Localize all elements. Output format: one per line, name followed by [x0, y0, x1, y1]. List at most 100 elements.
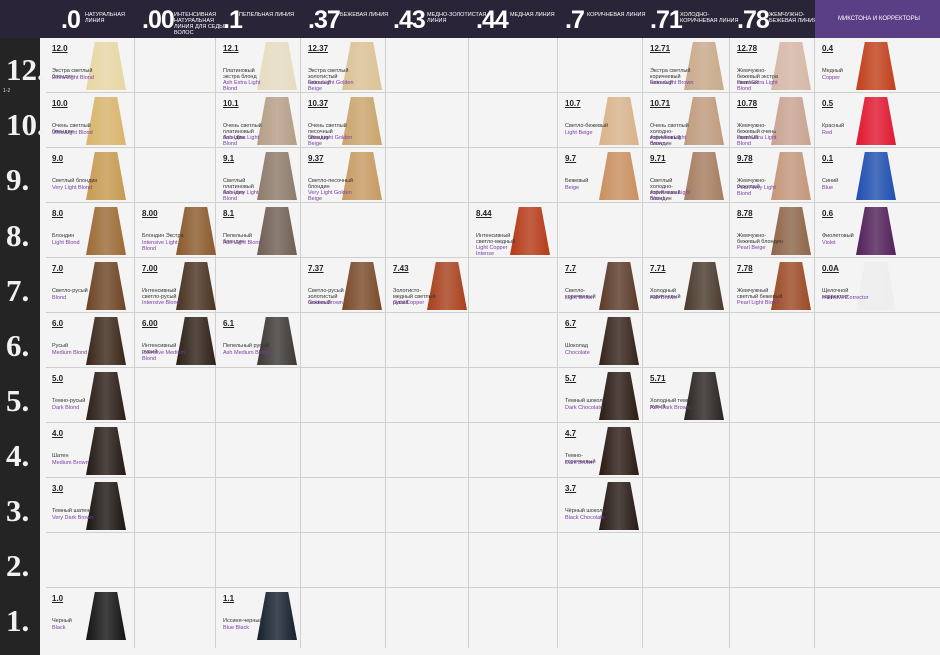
- swatch-name-en: Very Light Blond: [52, 185, 93, 191]
- swatch-6.00[interactable]: 6.00 Интенсивный русый Intensive Medium Bl…: [136, 313, 220, 368]
- swatch-code: 10.71: [650, 99, 671, 108]
- swatch-8.00[interactable]: 8.00 Блондин Экстра Intensive Light Blond: [136, 203, 220, 258]
- hair-tress-image: [86, 372, 126, 420]
- swatch-code: 4.0: [52, 429, 64, 438]
- swatch-name-en: Chocolate: [565, 350, 590, 356]
- swatch-name-ru: Блондин: [52, 233, 75, 239]
- swatch-9.78[interactable]: 9.78 Жемчужно-бежевый Pearl Very Light Blo…: [731, 148, 815, 203]
- swatch-10.71[interactable]: 10.71 Очень светлый холодно-коричневый бл…: [644, 93, 728, 148]
- hair-tress-image: [599, 317, 639, 365]
- swatch-6.0[interactable]: 6.0 Русый Medium Blond: [46, 313, 130, 368]
- hair-tress-image: [684, 262, 724, 310]
- hair-tress-image: [86, 427, 126, 475]
- swatch-3.0[interactable]: 3.0 Темный шатен Very Dark Brown: [46, 478, 130, 533]
- line-header-2: .1 Пепельная линия: [217, 0, 301, 38]
- swatch-9.37[interactable]: 9.37 Светло-песочный блондин Very Light Go…: [302, 148, 386, 203]
- swatch-12.78[interactable]: 12.78 Жемчужно-бежевый экстра светлый Pear…: [731, 38, 815, 93]
- swatch-7.71[interactable]: 7.71 Холодный коричневый Ash Brown: [644, 258, 728, 313]
- line-header-4: .43 Медно-золотистая линия: [387, 0, 486, 38]
- swatch-name-ru: Синий: [822, 178, 839, 184]
- swatch-9.71[interactable]: 9.71 Светлый холодно-коричневый блондин As…: [644, 148, 728, 203]
- swatch-0.1[interactable]: 0.1 Синий Blue: [816, 148, 900, 203]
- swatch-7.43[interactable]: 7.43 Золотисто-медный светлый русый Gold C…: [387, 258, 471, 313]
- hair-tress-image: [599, 152, 639, 200]
- swatch-name-en: Medium Blond: [52, 350, 88, 356]
- swatch-1.0[interactable]: 1.0 Черный Black: [46, 588, 130, 643]
- swatch-name-en: Medium Brown: [52, 460, 89, 466]
- swatch-name-en: Ash Ultra Light Brown: [650, 135, 687, 147]
- swatch-5.0[interactable]: 5.0 Темно-русый Dark Blond: [46, 368, 130, 423]
- line-header-0: .0 Натуральная линия: [55, 0, 135, 38]
- swatch-name-ru: Блондин Экстра: [142, 233, 184, 239]
- level-label: 2.: [6, 548, 30, 583]
- swatch-name-en: Very Light Golden Beige: [308, 190, 352, 202]
- hair-tress-image: [599, 372, 639, 420]
- swatch-10.78[interactable]: 10.78 Жемчужно-бежевый очень светлый Pearl…: [731, 93, 815, 148]
- swatch-code: 7.7: [565, 264, 577, 273]
- swatch-0.6[interactable]: 0.6 Фиолетовый Violet: [816, 203, 900, 258]
- scale-label: 1-2: [3, 88, 11, 94]
- swatch-name-ru: Фиолетовый: [822, 233, 854, 239]
- swatch-7.7[interactable]: 7.7 Светло-коричневый Light Brown: [559, 258, 643, 313]
- swatch-0.0A[interactable]: 0.0A Щелочной корректор Intensive Correcto…: [816, 258, 900, 313]
- swatch-0.4[interactable]: 0.4 Медный Copper: [816, 38, 900, 93]
- swatch-12.1[interactable]: 12.1 Платиновый экстра блонд Ash Extra Lig…: [217, 38, 301, 93]
- swatch-10.7[interactable]: 10.7 Светло-бежевый Light Beige: [559, 93, 643, 148]
- swatch-6.1[interactable]: 6.1 Пепельный русый Ash Medium Blond: [217, 313, 301, 368]
- swatch-8.78[interactable]: 8.78 Жемчужно-бежевый блондин Pearl Beige: [731, 203, 815, 258]
- swatch-7.00[interactable]: 7.00 Интенсивный светло-русый Intensive Bl…: [136, 258, 220, 313]
- swatch-12.37[interactable]: 12.37 Экстра светлый золотистый бежевый Ex…: [302, 38, 386, 93]
- hair-tress-image: [86, 592, 126, 640]
- swatch-code: 12.71: [650, 44, 671, 53]
- swatch-name-ru: Светло-песочный блондин: [308, 178, 353, 190]
- swatch-3.7[interactable]: 3.7 Чёрный шоколад Black Chocolate: [559, 478, 643, 533]
- line-header-1: .00 Интенсивная натуральная линия для се…: [136, 0, 228, 38]
- swatch-7.78[interactable]: 7.78 Жемчужный светлый бежевый Pearl Light…: [731, 258, 815, 313]
- swatch-12.0[interactable]: 12.0 Экстра светлый блондин Extra Light Bl…: [46, 38, 130, 93]
- swatch-5.7[interactable]: 5.7 Темный шоколад Dark Chocolate: [559, 368, 643, 423]
- swatch-code: 12.78: [737, 44, 758, 53]
- swatch-5.71[interactable]: 5.71 Холодный темно-русый Ash Dark Brown: [644, 368, 728, 423]
- swatch-10.37[interactable]: 10.37 Очень светлый песочный блондин Ultra…: [302, 93, 386, 148]
- swatch-7.0[interactable]: 7.0 Светло-русый Blond: [46, 258, 130, 313]
- level-label: 8.: [6, 218, 30, 253]
- swatch-name-en: Beige: [565, 185, 580, 191]
- swatch-name-en: Extra Light Blond: [52, 75, 94, 81]
- hair-tress-image: [86, 152, 126, 200]
- level-label: 4.: [6, 438, 30, 473]
- swatch-8.1[interactable]: 8.1 Пепельный блондин Ash Light Blond: [217, 203, 301, 258]
- swatch-10.0[interactable]: 10.0 Очень светлый блондин Ultra Light Blo…: [46, 93, 130, 148]
- swatch-name-ru: Жемчужный светлый бежевый: [737, 288, 783, 300]
- swatch-name-en: Dark Chocolate: [565, 405, 603, 411]
- swatch-0.5[interactable]: 0.5 Красный Red: [816, 93, 900, 148]
- swatch-9.0[interactable]: 9.0 Светлый блондин Very Light Blond: [46, 148, 130, 203]
- swatch-name-en: Ash Light Blond: [223, 240, 262, 246]
- swatch-name-ru: Медный: [822, 68, 843, 74]
- swatch-4.7[interactable]: 4.7 Темно-коричневый Dark Brown: [559, 423, 643, 478]
- swatch-name-en: Light Blond: [52, 240, 80, 246]
- swatch-name-en: Ash Very Light Blond: [223, 190, 259, 202]
- swatch-12.71[interactable]: 12.71 Экстра светлый коричневый бежевый Ex…: [644, 38, 728, 93]
- line-name: Пепельная линия: [239, 12, 295, 18]
- swatch-1.1[interactable]: 1.1 Иссиня-черный Blue Black: [217, 588, 301, 643]
- swatch-6.7[interactable]: 6.7 Шоколад Chocolate: [559, 313, 643, 368]
- swatch-4.0[interactable]: 4.0 Шатен Medium Brown: [46, 423, 130, 478]
- hair-tress-image: [86, 42, 126, 90]
- swatch-9.1[interactable]: 9.1 Светлый платиновый блондин Ash Very Li…: [217, 148, 301, 203]
- swatch-7.37[interactable]: 7.37 Светло-русый золотистый бежевый Golde…: [302, 258, 386, 313]
- hair-tress-image: [599, 262, 639, 310]
- swatch-9.7[interactable]: 9.7 Бежевый Beige: [559, 148, 643, 203]
- line-code: .44: [476, 6, 509, 34]
- swatch-code: 10.1: [223, 99, 239, 108]
- swatch-8.44[interactable]: 8.44 Интенсивный светло-медный Light Coppe…: [470, 203, 554, 258]
- swatch-code: 12.1: [223, 44, 239, 53]
- swatch-name-en: Blue: [822, 185, 834, 191]
- grid-column-line: [729, 38, 730, 648]
- swatch-name-ru: Светло-русый: [52, 288, 88, 294]
- grid-row-line: [46, 532, 940, 533]
- swatch-10.1[interactable]: 10.1 Очень светлый платиновый блондин Ash …: [217, 93, 301, 148]
- swatch-8.0[interactable]: 8.0 Блондин Light Blond: [46, 203, 130, 258]
- swatch-name-ru: Красный: [822, 123, 845, 129]
- hair-tress-image: [257, 592, 297, 640]
- line-header-7: .71 Холодно-коричневая линия: [644, 0, 738, 38]
